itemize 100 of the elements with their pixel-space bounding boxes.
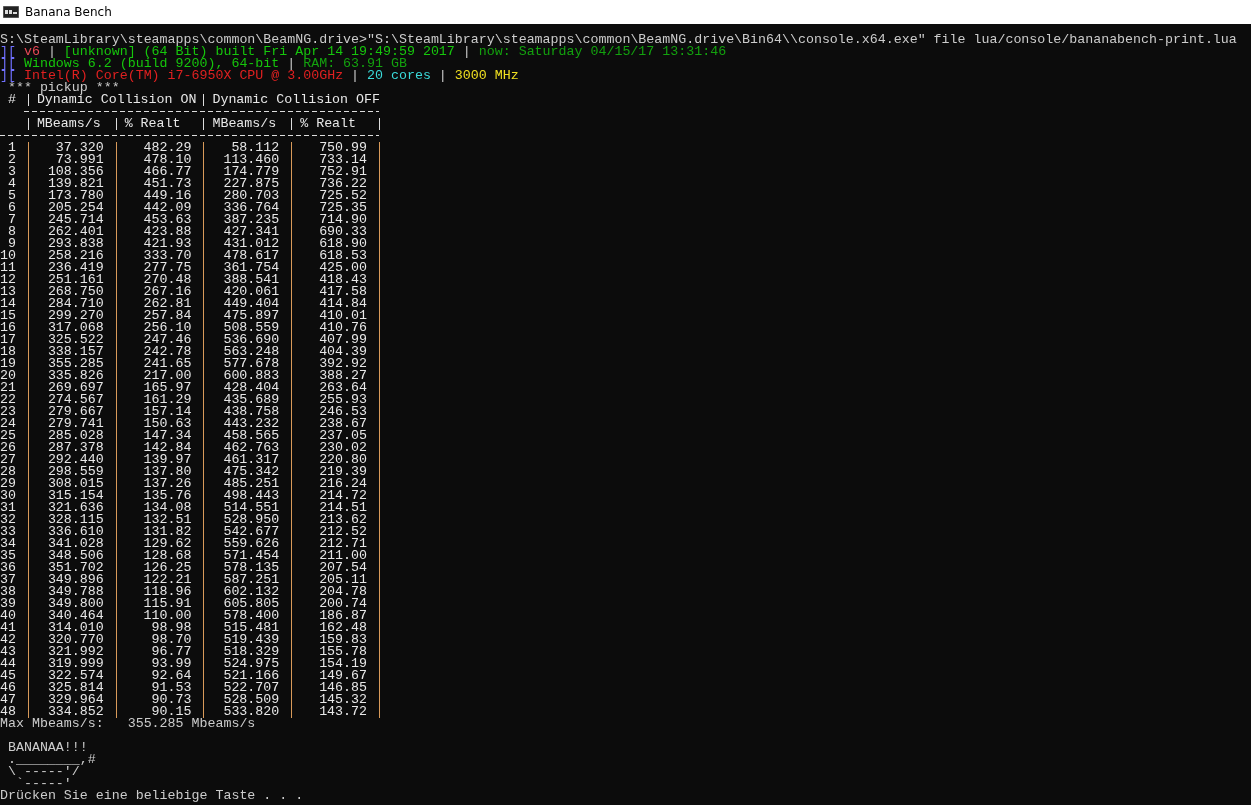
table-cell-text: 6 [6, 202, 17, 214]
table-cell: 98.70 [115, 634, 200, 646]
table-cell: 251.161 [27, 274, 112, 286]
table-cell: 410.01 [291, 310, 375, 322]
table-cell-text: 33 [0, 526, 17, 538]
table-cell: 237.05 [291, 430, 375, 442]
table-cell: 238.67 [291, 418, 375, 430]
table-cell: 478.10 [115, 154, 200, 166]
table-cell: 204.78 [291, 586, 375, 598]
table-cell: 126.25 [115, 562, 200, 574]
table-cell-text: 20 [0, 370, 17, 382]
table-cell: 131.82 [115, 526, 200, 538]
separator-text: | [47, 44, 56, 59]
table-cell: 752.91 [291, 166, 375, 178]
table-cell: 236.419 [27, 262, 112, 274]
table-cell: 217.00 [115, 370, 200, 382]
table-cell: 108.356 [27, 166, 112, 178]
table-cell: 279.741 [27, 418, 112, 430]
table-cell: 113.460 [203, 154, 288, 166]
table-cell: 255.93 [291, 394, 375, 406]
table-cell: 134.08 [115, 502, 200, 514]
table-cell: 404.39 [291, 346, 375, 358]
table-cell: 293.838 [27, 238, 112, 250]
table-cell-text: 39 [0, 598, 17, 610]
table-header: Dynamic Collision ON [27, 94, 200, 106]
table-cell: 270.48 [115, 274, 200, 286]
table-cell: 262.81 [115, 298, 200, 310]
table-cell: 577.678 [203, 358, 288, 370]
table-cell: 321.992 [27, 646, 112, 658]
table-cell: 714.90 [291, 214, 375, 226]
table-cell-text: 15 [0, 310, 17, 322]
info-text: 20 cores [367, 68, 431, 83]
console-icon [3, 6, 19, 18]
table-cell: 475.897 [203, 310, 288, 322]
info-text: v6 [23, 44, 40, 59]
window-title: Banana Bench [25, 5, 112, 19]
table-cell: 174.779 [203, 166, 288, 178]
table-cell: 154.19 [291, 658, 375, 670]
table-cell: 536.690 [203, 334, 288, 346]
table-cell: 528.950 [203, 514, 288, 526]
table-cell: 115.91 [115, 598, 200, 610]
table-cell: 725.35 [291, 202, 375, 214]
info-text: ][ [0, 44, 16, 59]
table-cell-text: 41 [0, 622, 17, 634]
table-cell-text: 28 [0, 466, 17, 478]
table-cell: 143.72 [291, 706, 375, 718]
table-cell: 257.84 [115, 310, 200, 322]
table-cell: 485.251 [203, 478, 288, 490]
table-cell-text: 3 [6, 166, 17, 178]
table-cell: 173.780 [27, 190, 112, 202]
table-cell-text: 24 [0, 418, 17, 430]
table-cell: 139.821 [27, 178, 112, 190]
table-cell: 110.00 [115, 610, 200, 622]
ascii-art-line: `-----' [15, 776, 72, 791]
table-cell: 137.26 [115, 478, 200, 490]
table-cell: 478.617 [203, 250, 288, 262]
table-cell: 515.481 [203, 622, 288, 634]
table-cell: 142.84 [115, 442, 200, 454]
table-cell: 98.98 [115, 622, 200, 634]
table-cell: 149.67 [291, 670, 375, 682]
table-cell: 482.29 [115, 142, 200, 154]
table-cell-text: 45 [0, 670, 17, 682]
table-cell-text: 13 [0, 286, 17, 298]
table-cell: 602.132 [203, 586, 288, 598]
table-cell: 214.51 [291, 502, 375, 514]
table-cell: 269.697 [27, 382, 112, 394]
table-cell: 280.703 [203, 190, 288, 202]
table-cell: 690.33 [291, 226, 375, 238]
ascii-art-line: BANANAA!!! [7, 740, 88, 755]
table-cell: 298.559 [27, 466, 112, 478]
table-cell: 150.63 [115, 418, 200, 430]
table-cell: 325.522 [27, 334, 112, 346]
table-cell-text: 29 [0, 478, 17, 490]
table-cell: 200.74 [291, 598, 375, 610]
table-cell: 443.232 [203, 418, 288, 430]
table-cell: 118.96 [115, 586, 200, 598]
table-cell: 600.883 [203, 370, 288, 382]
table-cell: 262.401 [27, 226, 112, 238]
table-cell-text: 5 [6, 190, 17, 202]
table-cell: 387.235 [203, 214, 288, 226]
table-cell: 571.454 [203, 550, 288, 562]
table-cell: 241.65 [115, 358, 200, 370]
table-cell: 587.251 [203, 574, 288, 586]
table-cell: 338.157 [27, 346, 112, 358]
table-cell: 361.754 [203, 262, 288, 274]
table-cell: 211.00 [291, 550, 375, 562]
table-cell-text: 19 [0, 358, 17, 370]
table-cell: 147.34 [115, 430, 200, 442]
table-cell-text: 32 [0, 514, 17, 526]
table-cell: 334.852 [27, 706, 112, 718]
table-cell: 355.285 [27, 358, 112, 370]
table-cell: 308.015 [27, 478, 112, 490]
table-cell: 466.77 [115, 166, 200, 178]
table-cell: 336.764 [203, 202, 288, 214]
table-cell: 733.14 [291, 154, 375, 166]
table-cell: 155.78 [291, 646, 375, 658]
table-cell: 442.09 [115, 202, 200, 214]
command-line: S:\SteamLibrary\steamapps\common\BeamNG.drive>"S:\SteamLibrary\steamapps\common\BeamNG.drive\Bin64\\console.x64.exe" file lua/console/bananabench-print.lua [0, 34, 1238, 46]
table-cell: 37.320 [27, 142, 112, 154]
table-cell: 319.999 [27, 658, 112, 670]
